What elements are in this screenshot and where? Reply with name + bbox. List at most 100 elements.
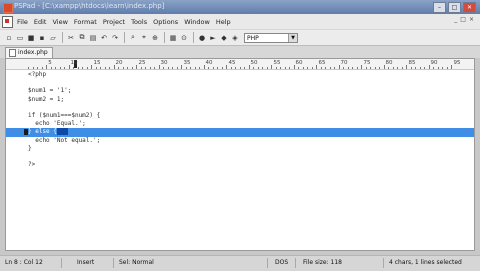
- ruler-tick: [82, 67, 83, 69]
- undo-icon[interactable]: ↶: [99, 33, 109, 43]
- menu-tools[interactable]: Tools: [131, 18, 147, 26]
- code-line[interactable]: [6, 104, 474, 112]
- redo-icon[interactable]: ↷: [110, 33, 120, 43]
- ruler-tick: [226, 65, 227, 69]
- ruler-tick: [158, 65, 160, 69]
- app-icon: [3, 3, 13, 13]
- minimize-button[interactable]: –: [433, 2, 446, 13]
- ruler-tick: [334, 67, 335, 69]
- ruler-tick: [383, 65, 385, 69]
- ruler-tick: [104, 67, 106, 69]
- ruler-tick: [230, 67, 232, 69]
- code-line[interactable]: }: [6, 145, 474, 153]
- preview-icon[interactable]: ⊙: [179, 33, 189, 43]
- code-line[interactable]: $num2 = 1;: [6, 96, 474, 104]
- find-replace-icon[interactable]: ⌖: [139, 33, 149, 43]
- maximize-button[interactable]: □: [448, 2, 461, 13]
- ruler-tick: [248, 65, 250, 69]
- ruler-tick: [280, 67, 281, 69]
- ruler-tick: [419, 67, 421, 69]
- macro-stop-icon[interactable]: ◆: [219, 33, 229, 43]
- status-bar: Ln 8 : Col 12 Insert Sel: Normal DOS Fil…: [0, 255, 480, 271]
- code-area[interactable]: <?php $num1 = '1'; $num2 = 1; if ($num1=…: [6, 71, 474, 169]
- ruler-tick: [235, 67, 236, 69]
- menu-project[interactable]: Project: [103, 18, 125, 26]
- menu-format[interactable]: Format: [74, 18, 97, 26]
- code-line-current[interactable]: } else {: [6, 128, 474, 137]
- file-icon: [9, 49, 16, 57]
- ruler-tick: [374, 67, 376, 69]
- paste-icon[interactable]: ▤: [88, 33, 98, 43]
- editor-frame: 5 10 15 20 25 30 35 40 45 50 55 60 65 70…: [5, 58, 475, 251]
- ruler-tick: [109, 67, 110, 69]
- mdi-restore-button[interactable]: □: [460, 16, 466, 23]
- mdi-minimize-button[interactable]: _: [454, 16, 457, 23]
- toolbar: ▫ ▭ ■ ▪ ▱ ✂ ⧉ ▤ ↶ ↷ ⌕ ⌖ ⊕ ▦ ⊙ ● ► ◆ ◈ PH…: [0, 29, 480, 46]
- ruler-tick: [379, 67, 380, 69]
- close-button[interactable]: ✕: [463, 2, 476, 13]
- code-line[interactable]: [6, 153, 474, 161]
- ruler-tick: [68, 65, 70, 69]
- menu-file[interactable]: File: [17, 18, 28, 26]
- ruler-tick: [32, 67, 34, 69]
- syntax-language-value: PHP: [247, 34, 259, 42]
- open-file-icon[interactable]: ▱: [48, 33, 58, 43]
- code-line[interactable]: echo 'Not equal.';: [6, 137, 474, 145]
- code-line[interactable]: [6, 79, 474, 87]
- ruler-tick: [208, 67, 209, 69]
- menu-bar: File Edit View Format Project Tools Opti…: [0, 14, 480, 29]
- status-insert-mode[interactable]: Insert: [74, 258, 114, 268]
- menu-help[interactable]: Help: [216, 18, 231, 26]
- ruler-number: 70: [340, 60, 348, 66]
- ruler-tick: [284, 67, 286, 69]
- find-icon[interactable]: ⌕: [128, 33, 138, 43]
- ruler-number: 40: [205, 60, 213, 66]
- open-folder-icon[interactable]: ▭: [15, 33, 25, 43]
- ruler-number: 80: [385, 60, 393, 66]
- code-line[interactable]: <?php: [6, 71, 474, 79]
- menu-edit[interactable]: Edit: [34, 18, 47, 26]
- syntax-language-select[interactable]: PHP ▼: [244, 32, 298, 43]
- copy-icon[interactable]: ⧉: [77, 33, 87, 43]
- new-file-icon[interactable]: ▫: [4, 33, 14, 43]
- tab-index-php[interactable]: index.php: [5, 47, 53, 58]
- macro-settings-icon[interactable]: ◈: [230, 33, 240, 43]
- mdi-close-button[interactable]: ×: [469, 16, 474, 23]
- title-bar: PSPad - [C:\xampp\htdocs\learn\index.php…: [0, 0, 480, 14]
- macro-record-icon[interactable]: ●: [197, 33, 207, 43]
- ruler-tick: [77, 67, 79, 69]
- code-line[interactable]: echo 'Equal.';: [6, 120, 474, 128]
- text-selection: [56, 128, 68, 136]
- ruler-tick: [212, 67, 214, 69]
- ruler-tick: [203, 65, 205, 69]
- menu-options[interactable]: Options: [153, 18, 178, 26]
- ruler: 5 10 15 20 25 30 35 40 45 50 55 60 65 70…: [6, 59, 474, 70]
- code-line[interactable]: ?>: [6, 161, 474, 169]
- ruler-tick: [136, 65, 137, 69]
- ruler-tick: [46, 65, 47, 69]
- ruler-tick: [352, 67, 353, 69]
- code-line[interactable]: if ($num1===$num2) {: [6, 112, 474, 120]
- code-line-text: } else {: [28, 128, 57, 136]
- save-icon[interactable]: ■: [26, 33, 36, 43]
- save-all-icon[interactable]: ▪: [37, 33, 47, 43]
- menu-window[interactable]: Window: [184, 18, 210, 26]
- ruler-tick: [118, 67, 119, 69]
- ruler-tick: [122, 67, 124, 69]
- menu-view[interactable]: View: [52, 18, 67, 26]
- find-next-icon[interactable]: ⊕: [150, 33, 160, 43]
- ruler-tick: [28, 67, 29, 69]
- cut-icon[interactable]: ✂: [66, 33, 76, 43]
- ruler-tick: [343, 67, 344, 69]
- document-icon: [2, 15, 13, 28]
- macro-play-icon[interactable]: ►: [208, 33, 218, 43]
- ruler-number: 35: [183, 60, 191, 66]
- window-title: PSPad - [C:\xampp\htdocs\learn\index.php…: [14, 2, 165, 10]
- wrap-icon[interactable]: ▦: [168, 33, 178, 43]
- status-line-ending[interactable]: DOS: [272, 258, 296, 268]
- ruler-tick: [370, 67, 371, 69]
- ruler-tick: [365, 67, 367, 69]
- code-line[interactable]: $num1 = '1';: [6, 87, 474, 95]
- ruler-tick: [302, 67, 304, 69]
- ruler-tick: [298, 67, 299, 69]
